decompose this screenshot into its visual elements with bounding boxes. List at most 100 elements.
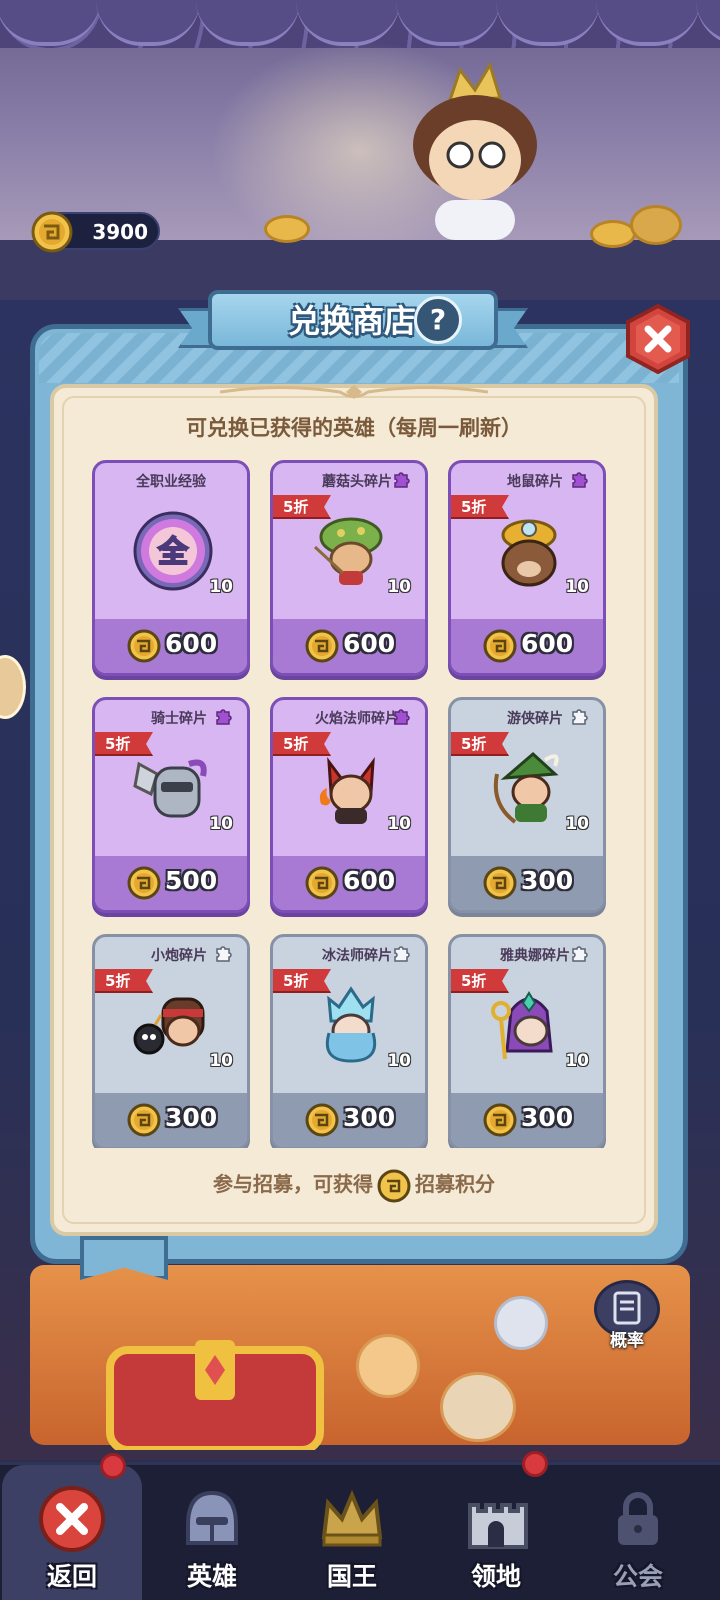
svg-text:全: 全 bbox=[157, 535, 189, 570]
coin-icon bbox=[305, 629, 339, 663]
hero-badge-icon bbox=[356, 1334, 420, 1398]
shop-item-grid: 全职业经验 全 10 600 蘑菇头碎片 5折 10 600 地鼠碎片 5折 1… bbox=[92, 458, 612, 1148]
item-quantity: 10 bbox=[209, 577, 233, 597]
price-button[interactable]: 600 bbox=[95, 619, 247, 673]
close-icon bbox=[38, 1485, 106, 1553]
castle-icon bbox=[462, 1485, 530, 1553]
price-button[interactable]: 500 bbox=[95, 856, 247, 910]
item-quantity: 10 bbox=[387, 814, 411, 834]
note-text-after: 招募积分 bbox=[415, 1172, 495, 1196]
nav-item-helmet[interactable]: 英雄 bbox=[142, 1465, 282, 1600]
shop-item-card[interactable]: 雅典娜碎片 5折 10 300 bbox=[448, 934, 606, 1148]
owl-badge-icon bbox=[440, 1372, 516, 1442]
coin-icon bbox=[305, 1103, 339, 1137]
item-price: 300 bbox=[343, 1103, 396, 1132]
ranger-hero-icon bbox=[485, 744, 573, 832]
crown-icon bbox=[318, 1485, 386, 1553]
item-quantity: 10 bbox=[565, 577, 589, 597]
coin-pile-icon bbox=[264, 215, 310, 243]
item-price: 500 bbox=[165, 866, 218, 895]
fragment-icon bbox=[213, 708, 233, 726]
nav-label: 国王 bbox=[326, 1562, 377, 1591]
coin-icon bbox=[377, 1169, 411, 1202]
shop-item-card[interactable]: 火焰法师碎片 5折 10 600 bbox=[270, 697, 428, 913]
price-button[interactable]: 300 bbox=[451, 1093, 603, 1147]
nav-item-crown[interactable]: 国王 bbox=[282, 1465, 422, 1600]
shop-item-card[interactable]: 小炮碎片 5折 10 300 bbox=[92, 934, 250, 1148]
all-class-exp-icon: 全 bbox=[129, 507, 217, 595]
coin-icon bbox=[31, 211, 73, 253]
fragment-icon bbox=[213, 945, 233, 963]
help-button[interactable]: ? bbox=[414, 296, 462, 344]
bottom-navigation: 返回 英雄 国王 领地 公会 bbox=[0, 1451, 720, 1600]
athena-hero-icon bbox=[485, 981, 573, 1069]
shop-subtitle: 可兑换已获得的英雄（每周一刷新） bbox=[186, 416, 522, 440]
treasure-chest-icon bbox=[106, 1340, 324, 1450]
cannon-hero-icon bbox=[129, 981, 217, 1069]
notification-badge bbox=[522, 1451, 548, 1477]
item-price: 600 bbox=[521, 629, 574, 658]
currency-amount: 3900 bbox=[92, 220, 148, 244]
fragment-icon bbox=[391, 945, 411, 963]
price-button[interactable]: 300 bbox=[273, 1093, 425, 1147]
shop-item-card[interactable]: 骑士碎片 5折 10 500 bbox=[92, 697, 250, 913]
item-price: 300 bbox=[521, 1103, 574, 1132]
nav-label: 返回 bbox=[46, 1562, 97, 1591]
hero-badge-icon bbox=[494, 1296, 548, 1350]
fragment-icon bbox=[569, 945, 589, 963]
note-text-before: 参与招募，可获得 bbox=[213, 1172, 373, 1196]
coin-icon bbox=[127, 629, 161, 663]
price-button[interactable]: 600 bbox=[451, 619, 603, 673]
price-button[interactable]: 300 bbox=[95, 1093, 247, 1147]
item-quantity: 10 bbox=[565, 1051, 589, 1071]
coin-icon bbox=[127, 1103, 161, 1137]
price-button[interactable]: 300 bbox=[451, 856, 603, 910]
ice-mage-hero-icon bbox=[307, 981, 395, 1069]
probability-label: 概率 bbox=[610, 1331, 644, 1351]
lock-icon bbox=[604, 1485, 672, 1553]
recruit-points-note: 参与招募，可获得 招募积分 bbox=[50, 1168, 658, 1203]
item-quantity: 10 bbox=[387, 1051, 411, 1071]
fragment-icon bbox=[569, 708, 589, 726]
item-price: 600 bbox=[343, 866, 396, 895]
shop-item-card[interactable]: 蘑菇头碎片 5折 10 600 bbox=[270, 460, 428, 676]
item-quantity: 10 bbox=[565, 814, 589, 834]
king-character-icon bbox=[413, 61, 537, 240]
coin-icon bbox=[483, 629, 517, 663]
item-price: 300 bbox=[521, 866, 574, 895]
fragment-icon bbox=[391, 708, 411, 726]
background-scene bbox=[0, 0, 720, 300]
nav-label: 公会 bbox=[612, 1562, 663, 1591]
close-button[interactable] bbox=[624, 304, 692, 374]
nav-item-close[interactable]: 返回 bbox=[2, 1453, 142, 1600]
mushroom-hero-icon bbox=[307, 507, 395, 595]
shop-item-card[interactable]: 地鼠碎片 5折 10 600 bbox=[448, 460, 606, 676]
nav-label: 领地 bbox=[470, 1562, 521, 1591]
shop-title: 兑换商店 bbox=[287, 302, 416, 340]
nav-label: 英雄 bbox=[186, 1562, 237, 1591]
coin-icon bbox=[127, 866, 161, 900]
price-button[interactable]: 600 bbox=[273, 856, 425, 910]
item-quantity: 10 bbox=[209, 1051, 233, 1071]
ornament-decoration bbox=[220, 385, 488, 399]
fire-mage-hero-icon bbox=[307, 744, 395, 832]
notification-badge bbox=[100, 1453, 126, 1479]
nav-item-lock[interactable]: 公会 bbox=[568, 1465, 708, 1600]
price-button[interactable]: 600 bbox=[273, 619, 425, 673]
item-quantity: 10 bbox=[387, 577, 411, 597]
money-bag-icon bbox=[630, 205, 682, 245]
mole-hero-icon bbox=[485, 507, 573, 595]
item-price: 300 bbox=[165, 1103, 218, 1132]
nav-item-castle[interactable]: 领地 bbox=[426, 1451, 566, 1600]
coin-icon bbox=[483, 1103, 517, 1137]
currency-display: 3900 bbox=[31, 211, 160, 253]
fragment-icon bbox=[391, 471, 411, 489]
probability-button[interactable]: 概率 bbox=[594, 1280, 660, 1356]
shop-item-card[interactable]: 游侠碎片 5折 10 300 bbox=[448, 697, 606, 913]
shop-item-card[interactable]: 冰法师碎片 5折 10 300 bbox=[270, 934, 428, 1148]
knight-hero-icon bbox=[129, 744, 217, 832]
coin-icon bbox=[305, 866, 339, 900]
shop-item-card[interactable]: 全职业经验 全 10 600 bbox=[92, 460, 250, 676]
item-price: 600 bbox=[165, 629, 218, 658]
item-name: 全职业经验 bbox=[136, 474, 206, 490]
